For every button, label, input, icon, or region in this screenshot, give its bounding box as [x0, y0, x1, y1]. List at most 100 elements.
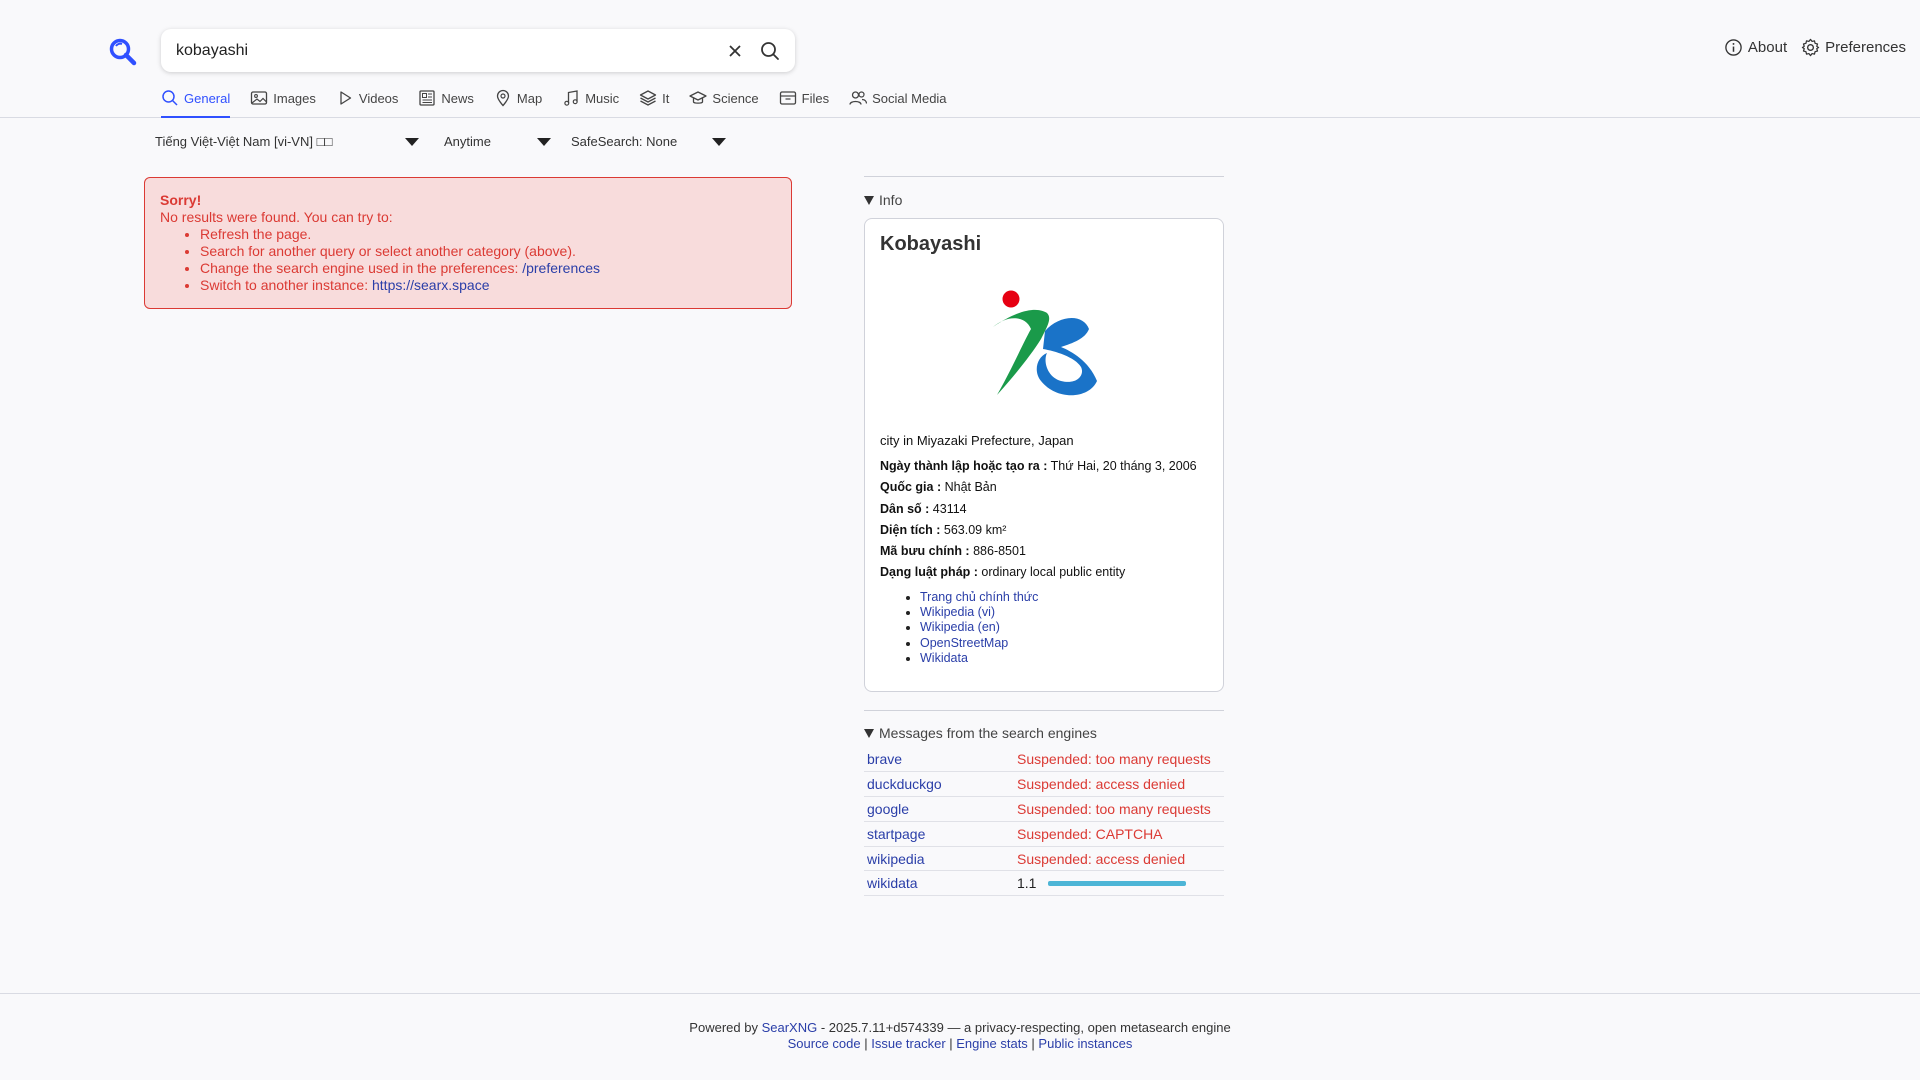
engine-link-duckduckgo[interactable]: duckduckgo — [867, 776, 942, 792]
engine-messages: Messages from the search engines brave S… — [864, 710, 1224, 897]
messages-section-toggle[interactable]: Messages from the search engines — [864, 711, 1224, 747]
engine-link-startpage[interactable]: startpage — [867, 826, 925, 842]
top-links: About Preferences — [1724, 38, 1906, 57]
about-link[interactable]: About — [1724, 38, 1787, 57]
tab-label: News — [441, 91, 474, 106]
tab-label: It — [662, 91, 670, 106]
list-item: Wikipedia (vi) — [920, 605, 1038, 620]
image-icon — [251, 91, 268, 105]
tab-videos[interactable]: Videos — [336, 88, 398, 118]
table-row: wikidata 1.1 — [864, 870, 1224, 897]
preferences-link[interactable]: /preferences — [522, 260, 600, 276]
sidebar: Info Kobayashi city in Miyazaki Prefectu… — [864, 176, 1224, 897]
engine-link-google[interactable]: google — [867, 801, 909, 817]
table-row: brave Suspended: too many requests — [864, 747, 1224, 773]
list-item: Wikidata — [920, 651, 1038, 666]
infobox: Kobayashi city in Miyazaki Prefecture, J… — [864, 218, 1224, 692]
separator: | — [1027, 1036, 1039, 1051]
attribute-label: Dạng luật pháp : — [880, 565, 978, 580]
newspaper-icon — [419, 90, 436, 106]
info-section-label: Info — [879, 192, 903, 208]
tab-social-media[interactable]: Social Media — [849, 88, 947, 118]
searxng-logo-icon[interactable] — [107, 36, 139, 68]
alert-message: No results were found. You can try to: — [160, 209, 393, 225]
suggestion-item: Search for another query or select anoth… — [200, 243, 776, 260]
header: About Preferences General Images Videos … — [0, 0, 1920, 118]
tab-label: General — [184, 91, 231, 106]
response-time-bar — [1048, 880, 1187, 886]
infobox-description: city in Miyazaki Prefecture, Japan — [880, 433, 1074, 448]
list-item: OpenStreetMap — [920, 636, 1038, 651]
wikidata-link[interactable]: Wikidata — [920, 651, 968, 665]
tab-news[interactable]: News — [418, 88, 474, 118]
language-select[interactable]: Tiếng Việt-Việt Nam [vi-VN] □□ — [155, 134, 419, 149]
attribute-value: 563.09 km² — [940, 522, 1007, 537]
language-value: Tiếng Việt-Việt Nam [vi-VN] □□ — [155, 134, 333, 149]
no-results-alert: Sorry! No results were found. You can tr… — [144, 177, 792, 309]
music-note-icon — [564, 90, 578, 106]
suggestion-item: Refresh the page. — [200, 226, 776, 243]
info-section-toggle[interactable]: Info — [864, 177, 1224, 218]
engine-link-brave[interactable]: brave — [867, 751, 902, 767]
time-range-select[interactable]: Anytime — [444, 134, 551, 149]
openstreetmap-link[interactable]: OpenStreetMap — [920, 636, 1008, 650]
tab-label: Music — [585, 91, 620, 106]
suggestion-text: Switch to another instance: — [200, 277, 372, 293]
infobox-links: Trang chủ chính thức Wikipedia (vi) Wiki… — [920, 590, 1038, 666]
engine-stats-link[interactable]: Engine stats — [956, 1036, 1028, 1051]
attribute-row: Quốc gia : Nhật Bản — [880, 480, 1197, 501]
engine-timing-cell: 1.1 — [1014, 870, 1224, 897]
map-pin-icon — [496, 89, 510, 107]
attribute-row: Diện tích : 563.09 km² — [880, 523, 1197, 544]
attribute-value: 886-8501 — [969, 544, 1026, 559]
attribute-value: Nhật Bản — [941, 480, 997, 495]
triangle-down-icon — [864, 195, 874, 205]
public-instances-link[interactable]: Public instances — [1038, 1036, 1132, 1051]
preferences-label: Preferences — [1825, 39, 1906, 56]
suggestion-item: Switch to another instance: https://sear… — [200, 277, 776, 294]
footer-line-2: Source code | Issue tracker | Engine sta… — [0, 1036, 1920, 1052]
search-box — [161, 29, 795, 72]
tab-files[interactable]: Files — [779, 88, 829, 118]
triangle-down-icon — [864, 728, 874, 738]
engine-status: Suspended: too many requests — [1014, 747, 1224, 773]
preferences-link[interactable]: Preferences — [1801, 38, 1906, 57]
attribute-row: Dạng luật pháp : ordinary local public e… — [880, 565, 1197, 586]
clear-search-icon[interactable] — [724, 40, 746, 62]
layers-icon — [640, 90, 657, 106]
list-item: Trang chủ chính thức — [920, 590, 1038, 605]
tab-science[interactable]: Science — [689, 88, 759, 118]
engine-link-wikidata[interactable]: wikidata — [867, 875, 918, 891]
tab-map[interactable]: Map — [494, 88, 542, 118]
engine-response-time: 1.1 — [1017, 875, 1037, 892]
issue-tracker-link[interactable]: Issue tracker — [871, 1036, 945, 1051]
timing-display: 1.1 — [1017, 875, 1221, 891]
tab-music[interactable]: Music — [562, 88, 619, 118]
chevron-down-icon — [405, 137, 419, 146]
source-code-link[interactable]: Source code — [788, 1036, 861, 1051]
suggestion-list: Refresh the page. Search for another que… — [200, 226, 776, 294]
search-icon — [162, 90, 178, 106]
official-website-link[interactable]: Trang chủ chính thức — [920, 590, 1038, 604]
engine-status: Suspended: access denied — [1014, 771, 1224, 798]
engine-cell: brave — [864, 747, 1014, 773]
wikipedia-en-link[interactable]: Wikipedia (en) — [920, 620, 1000, 634]
wikipedia-vi-link[interactable]: Wikipedia (vi) — [920, 605, 995, 619]
list-item: Wikipedia (en) — [920, 620, 1038, 635]
safesearch-select[interactable]: SafeSearch: None — [571, 134, 726, 149]
tab-general[interactable]: General — [161, 88, 231, 118]
engine-status: Suspended: CAPTCHA — [1014, 821, 1224, 847]
searx-space-link[interactable]: https://searx.space — [372, 277, 490, 293]
attribute-value: 43114 — [929, 501, 967, 516]
tab-it[interactable]: It — [639, 88, 669, 118]
attribute-label: Diện tích : — [880, 522, 941, 537]
attribute-label: Mã bưu chính : — [880, 544, 970, 559]
attribute-row: Mã bưu chính : 886-8501 — [880, 544, 1197, 565]
search-submit-icon[interactable] — [758, 39, 782, 63]
engine-link-wikipedia[interactable]: wikipedia — [867, 851, 925, 867]
tab-images[interactable]: Images — [250, 88, 316, 118]
search-input[interactable] — [176, 29, 716, 72]
engine-cell: wikidata — [864, 870, 1014, 897]
infobox-title: Kobayashi — [880, 233, 982, 255]
searxng-link[interactable]: SearXNG — [762, 1020, 818, 1035]
